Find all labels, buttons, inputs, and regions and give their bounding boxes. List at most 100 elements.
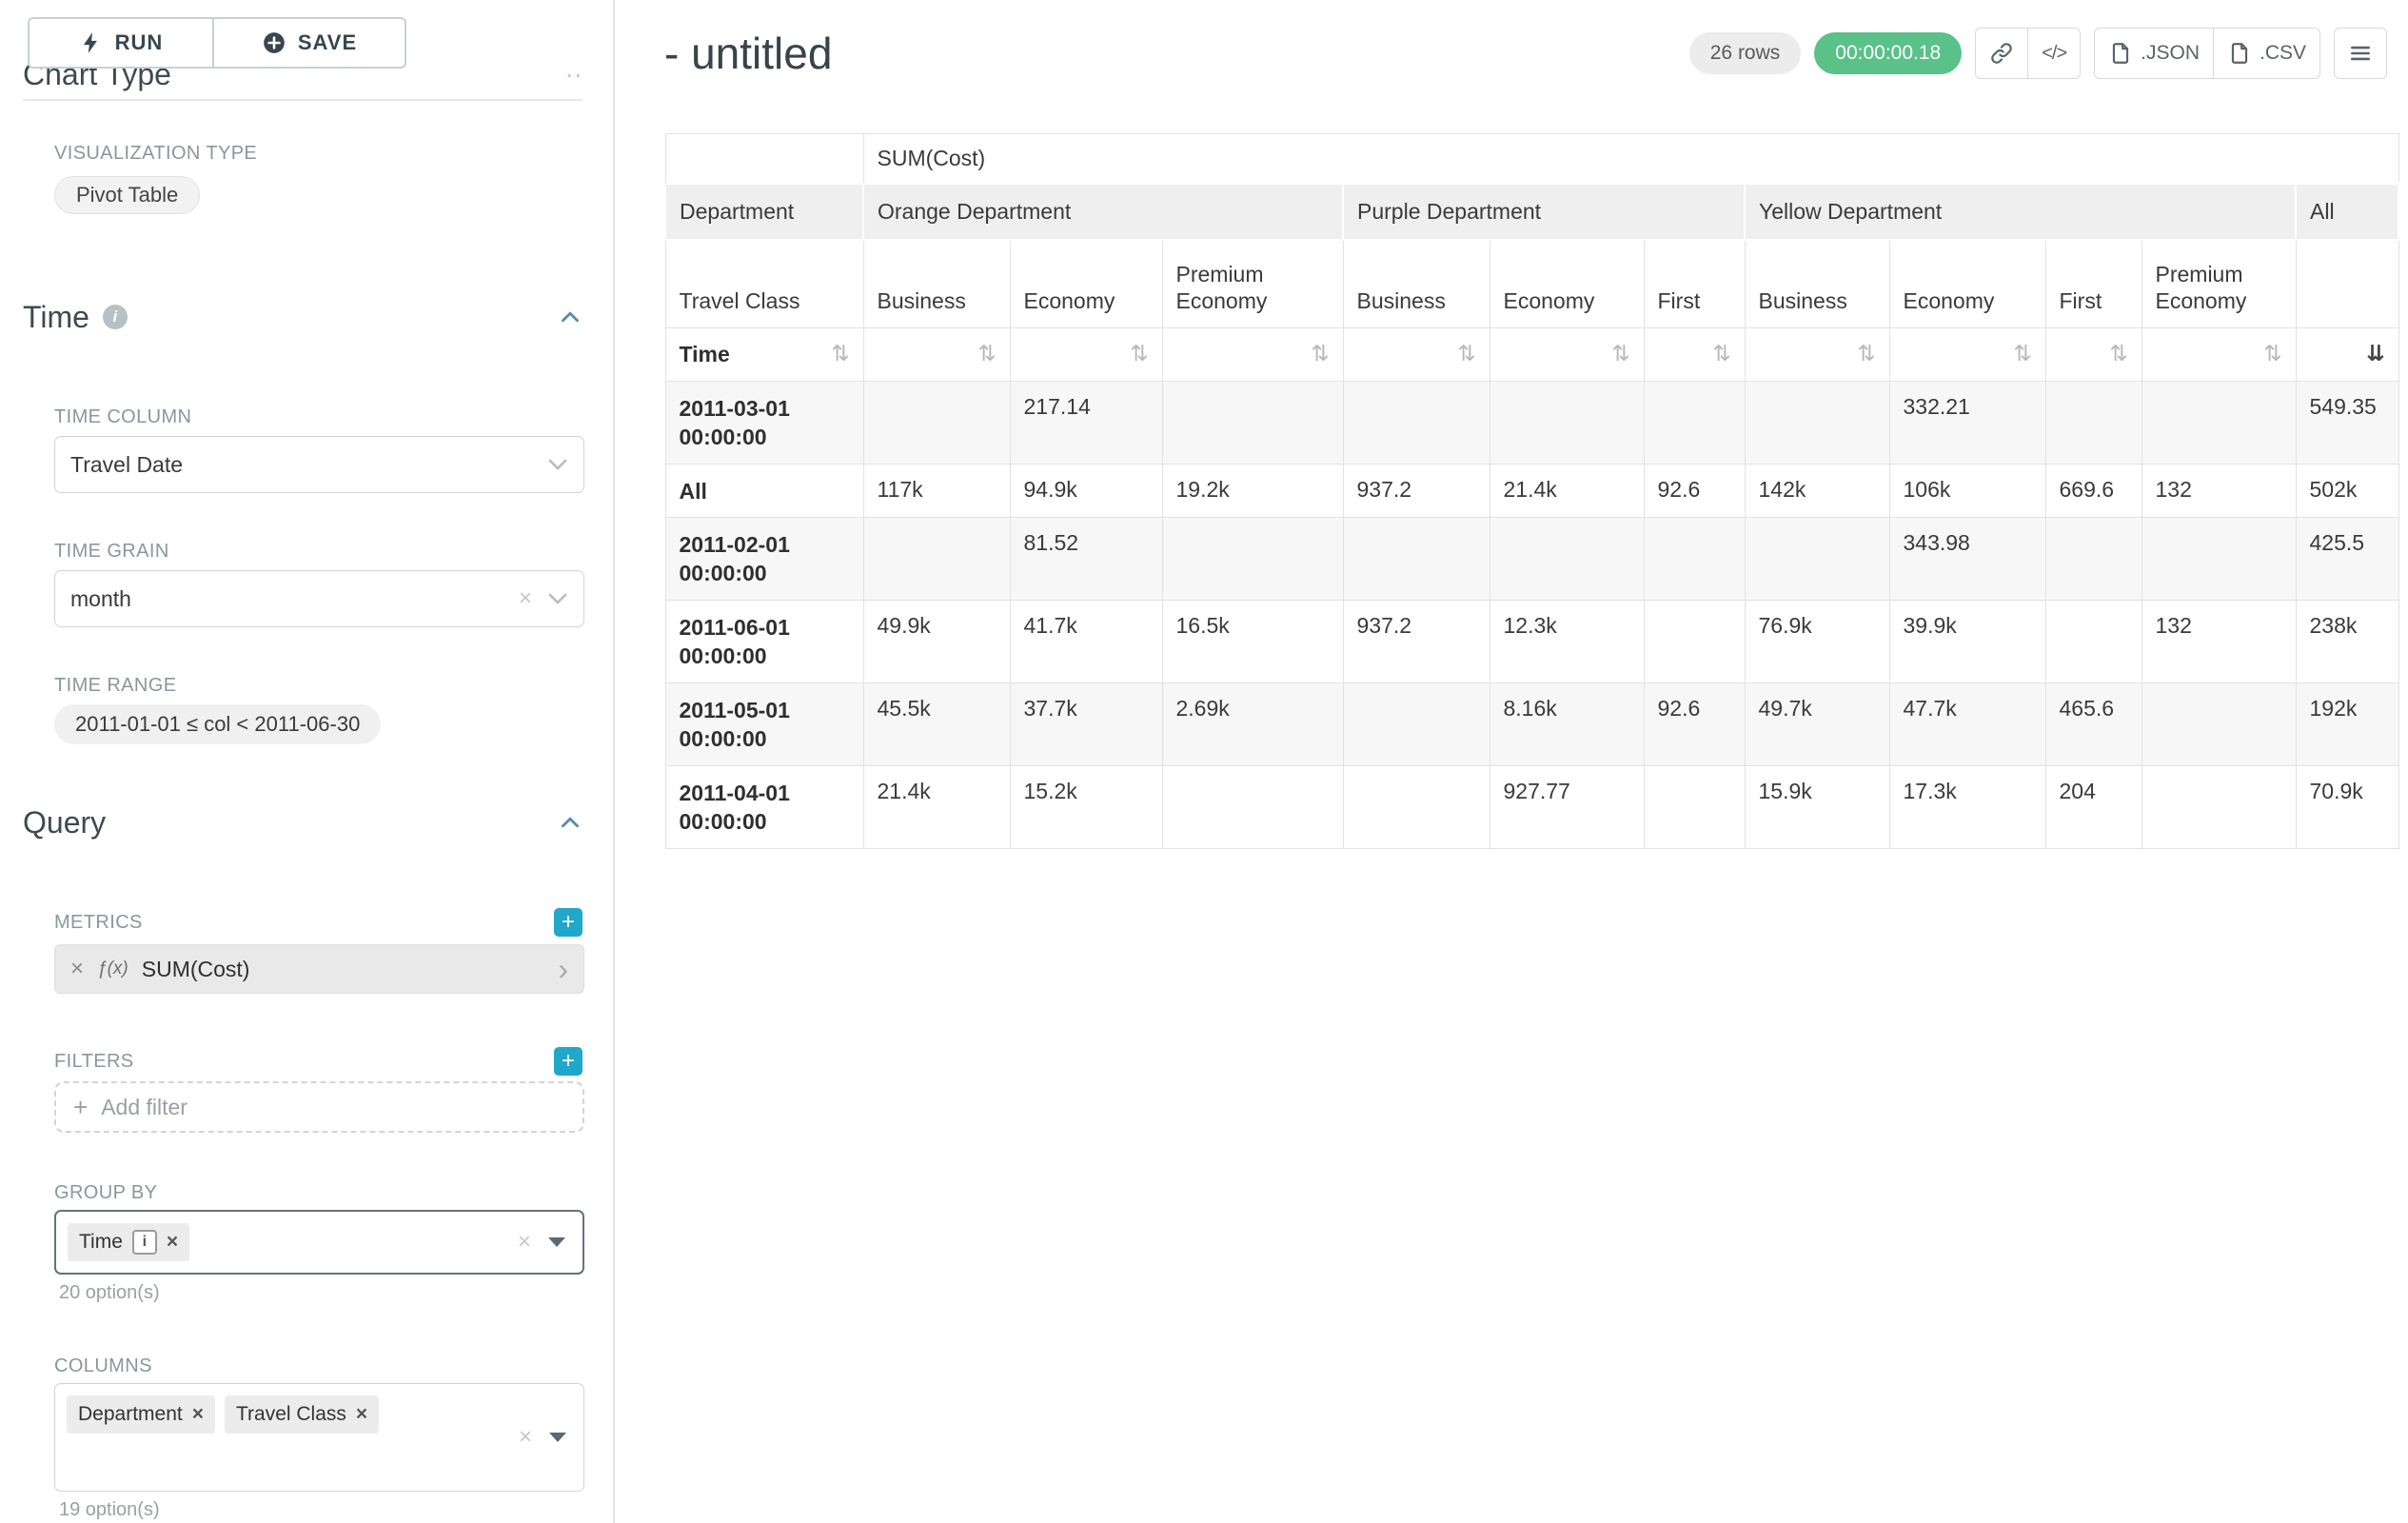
column-group-header: Yellow Department (1745, 184, 2296, 240)
pivot-value-cell: 8.16k (1490, 683, 1644, 766)
group-by-options-hint: 20 option(s) (59, 1282, 582, 1304)
remove-tag-icon[interactable]: × (192, 1403, 204, 1426)
pivot-value-cell: 92.6 (1644, 683, 1745, 766)
embed-code-button[interactable]: </> (2027, 28, 2081, 79)
metric-item[interactable]: × ƒ(x) SUM(Cost) › (54, 944, 584, 994)
plus-circle-icon (262, 30, 286, 55)
column-group-header: Purple Department (1343, 184, 1745, 240)
sort-icon[interactable]: ⇅ (977, 344, 996, 366)
sort-icon[interactable]: ⇅ (1712, 344, 1730, 366)
chevron-down-icon (547, 458, 568, 471)
remove-metric-icon[interactable]: × (70, 956, 84, 982)
query-section-header[interactable]: Query (23, 803, 582, 841)
info-icon[interactable]: i (103, 305, 128, 329)
chevron-up-icon[interactable] (558, 810, 582, 835)
export-csv-button[interactable]: .CSV (2213, 28, 2320, 79)
travel-class-header: Premium Economy (2142, 240, 2296, 328)
clear-icon[interactable]: × (518, 1231, 531, 1254)
sort-cell: ⇊ (2296, 328, 2398, 382)
sort-icon[interactable]: ⇊ (2366, 344, 2384, 366)
travel-class-header: First (2045, 240, 2142, 328)
save-button[interactable]: SAVE (212, 17, 406, 69)
plus-icon: + (73, 1095, 88, 1119)
columns-label: COLUMNS (54, 1355, 582, 1377)
download-icon (2108, 41, 2133, 66)
sort-icon[interactable]: ⇅ (2263, 344, 2281, 366)
pivot-row: All117k94.9k19.2k937.221.4k92.6142k106k6… (665, 465, 2398, 518)
chevron-up-icon[interactable] (558, 305, 582, 329)
sort-icon[interactable]: ⇅ (2109, 344, 2127, 366)
sort-cell: ⇅ (1644, 328, 1745, 382)
chart-header: - untitled 26 rows 00:00:00.18 </> .JSON (664, 27, 2387, 80)
tag-info-icon[interactable]: i (132, 1230, 157, 1255)
columns-select[interactable]: Department × Travel Class × × (54, 1383, 584, 1492)
time-column-label: TIME COLUMN (54, 406, 582, 428)
department-axis-label: Department (665, 184, 863, 240)
pivot-value-cell: 502k (2296, 465, 2398, 518)
remove-tag-icon[interactable]: × (356, 1403, 367, 1426)
travel-class-header: Business (863, 240, 1010, 328)
filters-label: FILTERS (54, 1051, 134, 1073)
copy-link-button[interactable] (1975, 28, 2028, 79)
travel-class-header (2296, 240, 2398, 328)
caret-down-icon[interactable] (547, 1431, 568, 1444)
pivot-value-cell (2142, 683, 2296, 766)
add-metric-button[interactable]: + (554, 908, 582, 937)
pivot-value-cell: 927.77 (1490, 766, 1644, 849)
pivot-value-cell (1644, 518, 1745, 601)
pivot-value-cell (1343, 382, 1490, 465)
pivot-value-cell: 12.3k (1490, 601, 1644, 683)
pivot-value-cell: 142k (1745, 465, 1889, 518)
sort-icon[interactable]: ⇅ (1857, 344, 1875, 366)
row-header: 2011-02-01 00:00:00 (665, 518, 863, 601)
pivot-value-cell (1745, 518, 1889, 601)
pivot-value-cell: 332.21 (1889, 382, 2045, 465)
metrics-label-row: METRICS + (54, 908, 582, 937)
sort-icon[interactable]: ⇅ (2013, 344, 2031, 366)
export-json-button[interactable]: .JSON (2094, 28, 2214, 79)
row-header: 2011-04-01 00:00:00 (665, 766, 863, 849)
sort-icon[interactable]: ⇅ (1611, 344, 1629, 366)
pivot-value-cell: 204 (2045, 766, 2142, 849)
time-axis-cell: Time ⇅ (665, 328, 863, 382)
sort-icon[interactable]: ⇅ (831, 344, 849, 366)
pivot-value-cell: 49.9k (863, 601, 1010, 683)
export-json-label: .JSON (2141, 42, 2200, 65)
time-range-pill[interactable]: 2011-01-01 ≤ col < 2011-06-30 (54, 704, 381, 744)
clear-icon[interactable]: × (519, 1426, 532, 1449)
time-section-header[interactable]: Time i (23, 298, 582, 336)
sort-icon[interactable]: ⇅ (1457, 344, 1475, 366)
remove-tag-icon[interactable]: × (167, 1231, 178, 1254)
pivot-value-cell: 15.9k (1745, 766, 1889, 849)
control-panel: RUN SAVE Chart Type ·· VISUALIZATION TYP… (0, 0, 615, 1523)
visualization-type-pill[interactable]: Pivot Table (54, 176, 200, 214)
pivot-value-cell: 37.7k (1010, 683, 1162, 766)
more-options-button[interactable] (2334, 28, 2387, 79)
run-button-label: RUN (115, 30, 164, 55)
pivot-row: 2011-04-01 00:00:0021.4k15.2k927.7715.9k… (665, 766, 2398, 849)
pivot-value-cell: 39.9k (1889, 601, 2045, 683)
code-icon: </> (2042, 43, 2066, 65)
travel-class-axis-label: Travel Class (665, 240, 863, 328)
add-filter-plus-button[interactable]: + (554, 1047, 582, 1076)
clear-icon[interactable]: × (519, 587, 532, 610)
add-filter-label: Add filter (101, 1095, 188, 1120)
column-group-header: Orange Department (863, 184, 1343, 240)
run-button[interactable]: RUN (28, 17, 214, 69)
time-column-select[interactable]: Travel Date (54, 436, 584, 493)
chart-title[interactable]: - untitled (664, 27, 832, 80)
pivot-value-cell: 106k (1889, 465, 2045, 518)
sort-icon[interactable]: ⇅ (1311, 344, 1329, 366)
chevron-right-icon[interactable]: › (558, 954, 568, 984)
pivot-value-cell (1490, 518, 1644, 601)
caret-down-icon[interactable] (546, 1236, 567, 1249)
pivot-value-cell: 81.52 (1010, 518, 1162, 601)
query-section-title: Query (23, 803, 106, 841)
add-filter-button[interactable]: + Add filter (54, 1081, 584, 1133)
time-grain-select[interactable]: month × (54, 570, 584, 627)
group-by-select[interactable]: Time i × × (54, 1210, 584, 1275)
sort-row: Time ⇅ ⇅ ⇅ ⇅ ⇅ ⇅ ⇅ ⇅ ⇅ ⇅ ⇅ ⇊ (665, 328, 2398, 382)
chart-header-controls: 26 rows 00:00:00.18 </> .JSON .CSV (1689, 28, 2387, 79)
pivot-value-cell (1343, 518, 1490, 601)
sort-icon[interactable]: ⇅ (1130, 344, 1148, 366)
